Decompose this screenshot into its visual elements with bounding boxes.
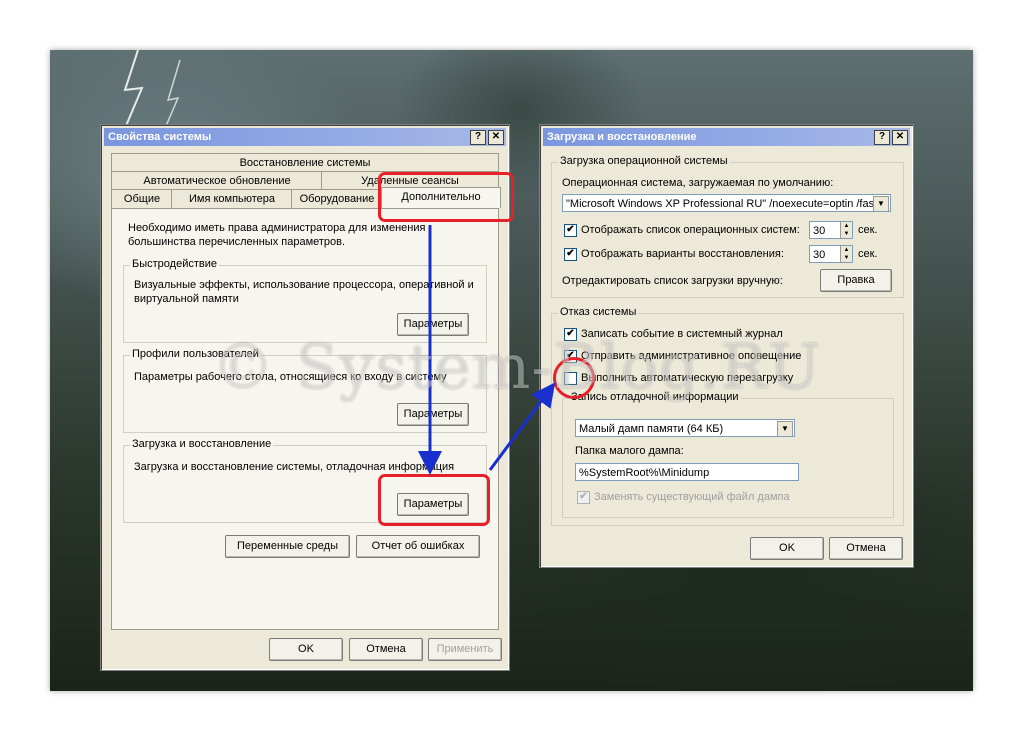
watermark: © System-Blog.RU [212,330,822,403]
arrow-diagonal-icon [488,382,556,471]
